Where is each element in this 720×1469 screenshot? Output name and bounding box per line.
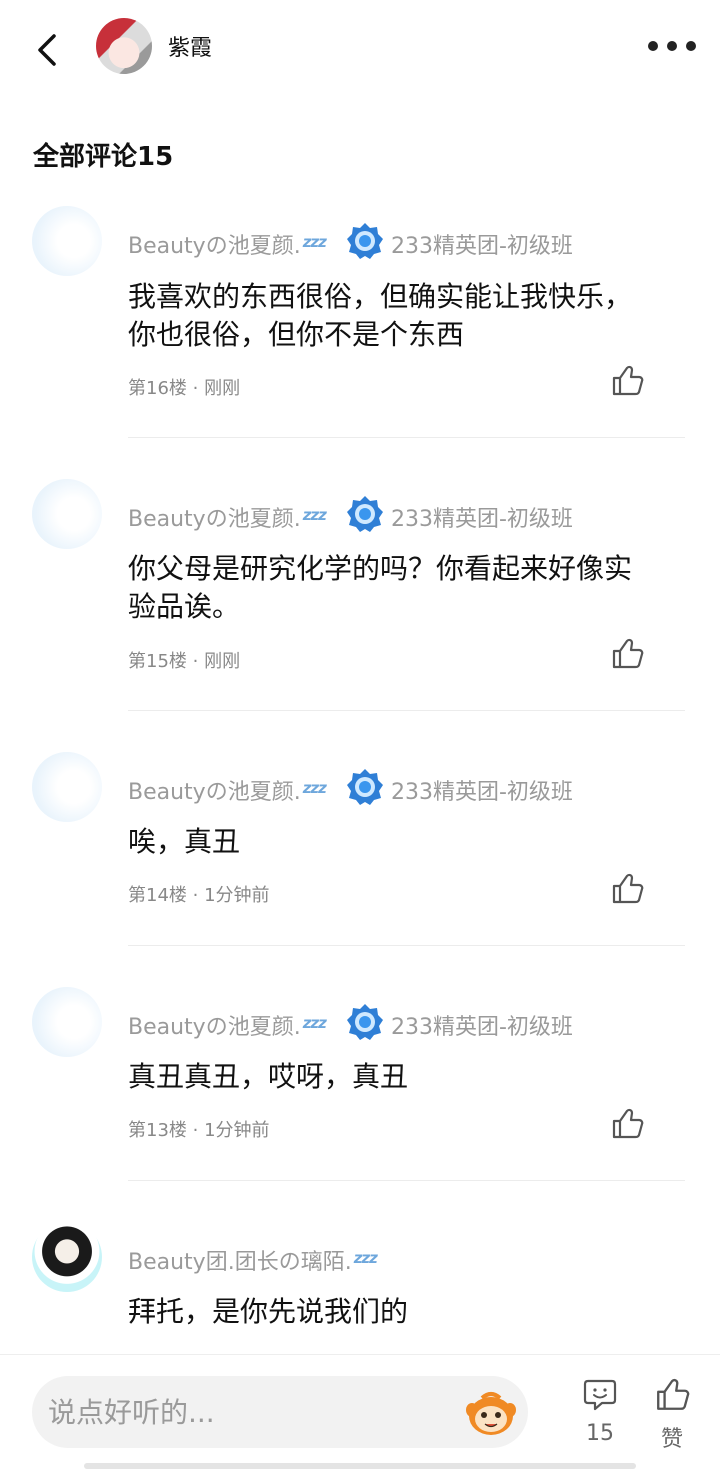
badge-icon — [347, 1004, 383, 1040]
comment-meta: 第13楼 · 1分钟前 — [128, 1120, 270, 1141]
like-button[interactable]: 赞 — [648, 1377, 696, 1457]
divider — [128, 710, 685, 711]
top-bar: 紫霞 — [0, 0, 720, 96]
commenter-name[interactable]: Beauty团.团长の璃陌. zzz — [128, 1244, 378, 1276]
comment-count: 15 — [586, 1421, 614, 1446]
comment-text: 拜托，是你先说我们的 — [128, 1295, 409, 1328]
commenter-avatar[interactable] — [32, 1222, 102, 1292]
badge-label: 233精英团-初级班 — [391, 507, 573, 532]
comment-input-box[interactable] — [32, 1376, 528, 1448]
user-name[interactable]: 紫霞 — [168, 30, 212, 62]
thumbs-up-icon[interactable] — [610, 1107, 644, 1141]
sleep-zzz-icon: zzz — [302, 506, 327, 524]
badge-icon — [347, 496, 383, 532]
sleep-zzz-icon: zzz — [302, 779, 327, 797]
comment-meta: 第15楼 · 刚刚 — [128, 651, 241, 672]
comment-text: 真丑真丑，哎呀，真丑 — [128, 1060, 409, 1093]
commenter-avatar[interactable] — [32, 752, 102, 822]
commenter-avatar[interactable] — [32, 987, 102, 1057]
commenter-avatar[interactable] — [32, 479, 102, 549]
comment-meta: 第14楼 · 1分钟前 — [128, 885, 270, 906]
commenter-avatar[interactable] — [32, 206, 102, 276]
comment-bubble-icon — [583, 1379, 617, 1411]
divider — [128, 945, 685, 946]
comment-text: 唉，真丑 — [128, 825, 241, 858]
badge-icon — [347, 769, 383, 805]
commenter-name[interactable]: Beautyの池夏颜. zzz — [128, 1009, 327, 1041]
badge-icon — [347, 223, 383, 259]
thumbs-up-icon — [657, 1378, 690, 1410]
divider — [128, 437, 685, 438]
divider — [128, 1180, 685, 1181]
sleep-zzz-icon: zzz — [302, 1014, 327, 1032]
commenter-name[interactable]: Beautyの池夏颜. zzz — [128, 228, 327, 260]
home-indicator — [84, 1463, 636, 1469]
thumbs-up-icon[interactable] — [610, 637, 644, 671]
bottom-comment-bar: 15 赞 — [0, 1354, 720, 1469]
like-label: 赞 — [660, 1427, 683, 1452]
comment-input[interactable] — [48, 1376, 448, 1448]
badge-label: 233精英团-初级班 — [391, 1015, 573, 1040]
more-options-icon[interactable] — [648, 38, 696, 54]
commenter-name[interactable]: Beautyの池夏颜. zzz — [128, 501, 327, 533]
comment-count-button[interactable]: 15 — [576, 1377, 624, 1457]
comment-text: 我喜欢的东西很俗，但确实能让我快乐，你也很俗，但你不是个东西 — [128, 280, 633, 351]
monkey-emoji-icon[interactable] — [464, 1388, 518, 1438]
thumbs-up-icon[interactable] — [610, 364, 644, 398]
comment-meta: 第16楼 · 刚刚 — [128, 378, 241, 399]
comment-text: 你父母是研究化学的吗？你看起来好像实验品诶。 — [128, 552, 633, 623]
user-avatar[interactable] — [96, 18, 152, 74]
comments-title: 全部评论15 — [33, 142, 174, 172]
badge-label: 233精英团-初级班 — [391, 780, 573, 805]
thumbs-up-icon[interactable] — [610, 872, 644, 906]
badge-label: 233精英团-初级班 — [391, 234, 573, 259]
back-arrow-icon[interactable] — [30, 30, 66, 70]
commenter-name[interactable]: Beautyの池夏颜. zzz — [128, 774, 327, 806]
sleep-zzz-icon: zzz — [353, 1249, 378, 1267]
sleep-zzz-icon: zzz — [302, 233, 327, 251]
